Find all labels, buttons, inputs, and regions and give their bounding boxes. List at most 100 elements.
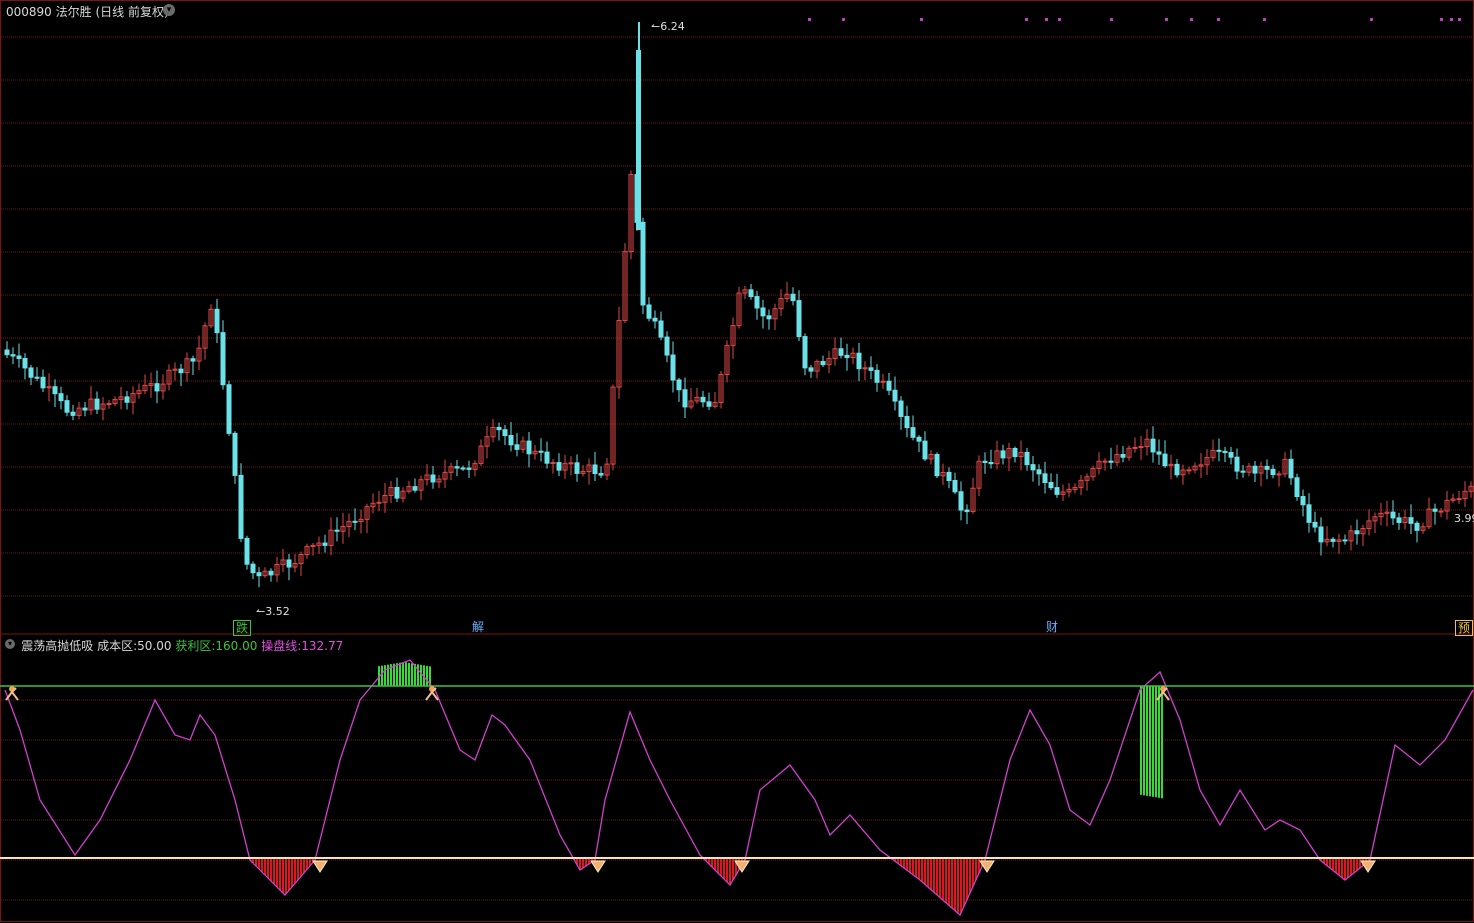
candle <box>268 568 274 582</box>
candle-body <box>1024 451 1030 466</box>
candle <box>412 478 418 493</box>
candle-body <box>574 462 580 474</box>
candle <box>1102 458 1108 471</box>
candle <box>514 433 520 457</box>
candle-body <box>40 376 46 389</box>
chevron-down-icon[interactable]: ▾ <box>163 4 175 16</box>
candle <box>1456 490 1462 504</box>
candle-body <box>958 491 964 511</box>
chart-canvas <box>0 0 1474 922</box>
candle <box>1342 534 1348 545</box>
candle-body <box>214 308 220 334</box>
candle <box>1438 507 1444 518</box>
candle <box>748 283 754 300</box>
candle <box>1060 484 1066 501</box>
candle <box>226 380 232 436</box>
candle <box>952 472 958 495</box>
candle <box>1072 483 1078 494</box>
candle-body <box>964 509 970 513</box>
candle-body <box>1054 487 1060 495</box>
candle-body <box>466 467 472 470</box>
candle <box>10 347 16 365</box>
candle <box>1186 466 1192 475</box>
candle-body <box>640 221 646 306</box>
candle-body <box>748 289 754 298</box>
candle <box>610 384 616 471</box>
candle <box>322 534 328 553</box>
candle <box>1306 493 1312 533</box>
marker-yu[interactable]: 预 <box>1455 620 1474 636</box>
candle-body <box>1030 464 1036 471</box>
candle <box>688 388 694 410</box>
candle <box>1348 525 1354 551</box>
candle-body <box>1138 446 1144 449</box>
candle <box>178 363 184 387</box>
candle <box>964 504 970 525</box>
candle <box>1120 446 1126 463</box>
candle <box>856 342 862 382</box>
candle <box>976 455 982 497</box>
line-label: 操盘线: <box>261 639 302 653</box>
candle <box>670 341 676 393</box>
candle <box>496 422 502 441</box>
candle <box>238 463 244 543</box>
candle <box>772 303 778 331</box>
marker-die[interactable]: 跌 <box>233 620 252 636</box>
candle <box>46 373 52 402</box>
candle <box>520 436 526 453</box>
candle <box>556 453 562 477</box>
candle <box>484 426 490 459</box>
candle <box>142 374 148 395</box>
frame <box>0 0 1474 922</box>
candle-body <box>646 304 652 319</box>
candle-body <box>1120 454 1126 458</box>
candle <box>850 347 856 365</box>
candle <box>1426 497 1432 530</box>
candle-body <box>636 50 641 230</box>
candle-body <box>1294 477 1300 498</box>
candle <box>466 460 472 479</box>
stock-name: 法尔胜 <box>55 5 92 19</box>
candle <box>814 359 820 379</box>
candle <box>1066 483 1072 497</box>
candle-body <box>538 450 544 453</box>
candle <box>1150 426 1156 463</box>
candle-body <box>934 454 940 477</box>
candle-body <box>394 486 400 499</box>
candle <box>28 365 34 386</box>
candle <box>946 467 952 489</box>
candle <box>184 352 190 382</box>
candle <box>1384 500 1390 527</box>
candle-body <box>796 300 802 338</box>
candle <box>1264 459 1270 480</box>
candle <box>508 422 514 452</box>
candle <box>334 517 340 542</box>
candle <box>292 553 298 573</box>
candle-body <box>652 317 658 322</box>
candle <box>262 567 268 578</box>
candle <box>1246 462 1252 477</box>
candle-body <box>1132 446 1138 449</box>
candle-body <box>910 427 916 438</box>
candle-body <box>568 462 574 465</box>
signal-dot <box>1025 18 1028 21</box>
candle <box>406 480 412 494</box>
candle-body <box>1012 447 1018 458</box>
candle <box>916 435 922 453</box>
candle <box>526 432 532 468</box>
candle <box>1450 493 1456 503</box>
candle <box>1282 452 1288 478</box>
candle <box>988 449 994 469</box>
marker-jie[interactable]: 解 <box>470 620 486 634</box>
candle <box>736 286 742 329</box>
candle-body <box>952 480 958 493</box>
candle-body <box>1342 539 1348 542</box>
candle <box>100 397 106 421</box>
candle-body <box>268 570 274 576</box>
candle-body <box>244 537 250 565</box>
marker-cai[interactable]: 财 <box>1044 620 1060 634</box>
candle <box>1444 490 1450 520</box>
candle-body <box>862 367 868 370</box>
candle <box>58 386 64 410</box>
candle-body <box>1288 458 1294 479</box>
